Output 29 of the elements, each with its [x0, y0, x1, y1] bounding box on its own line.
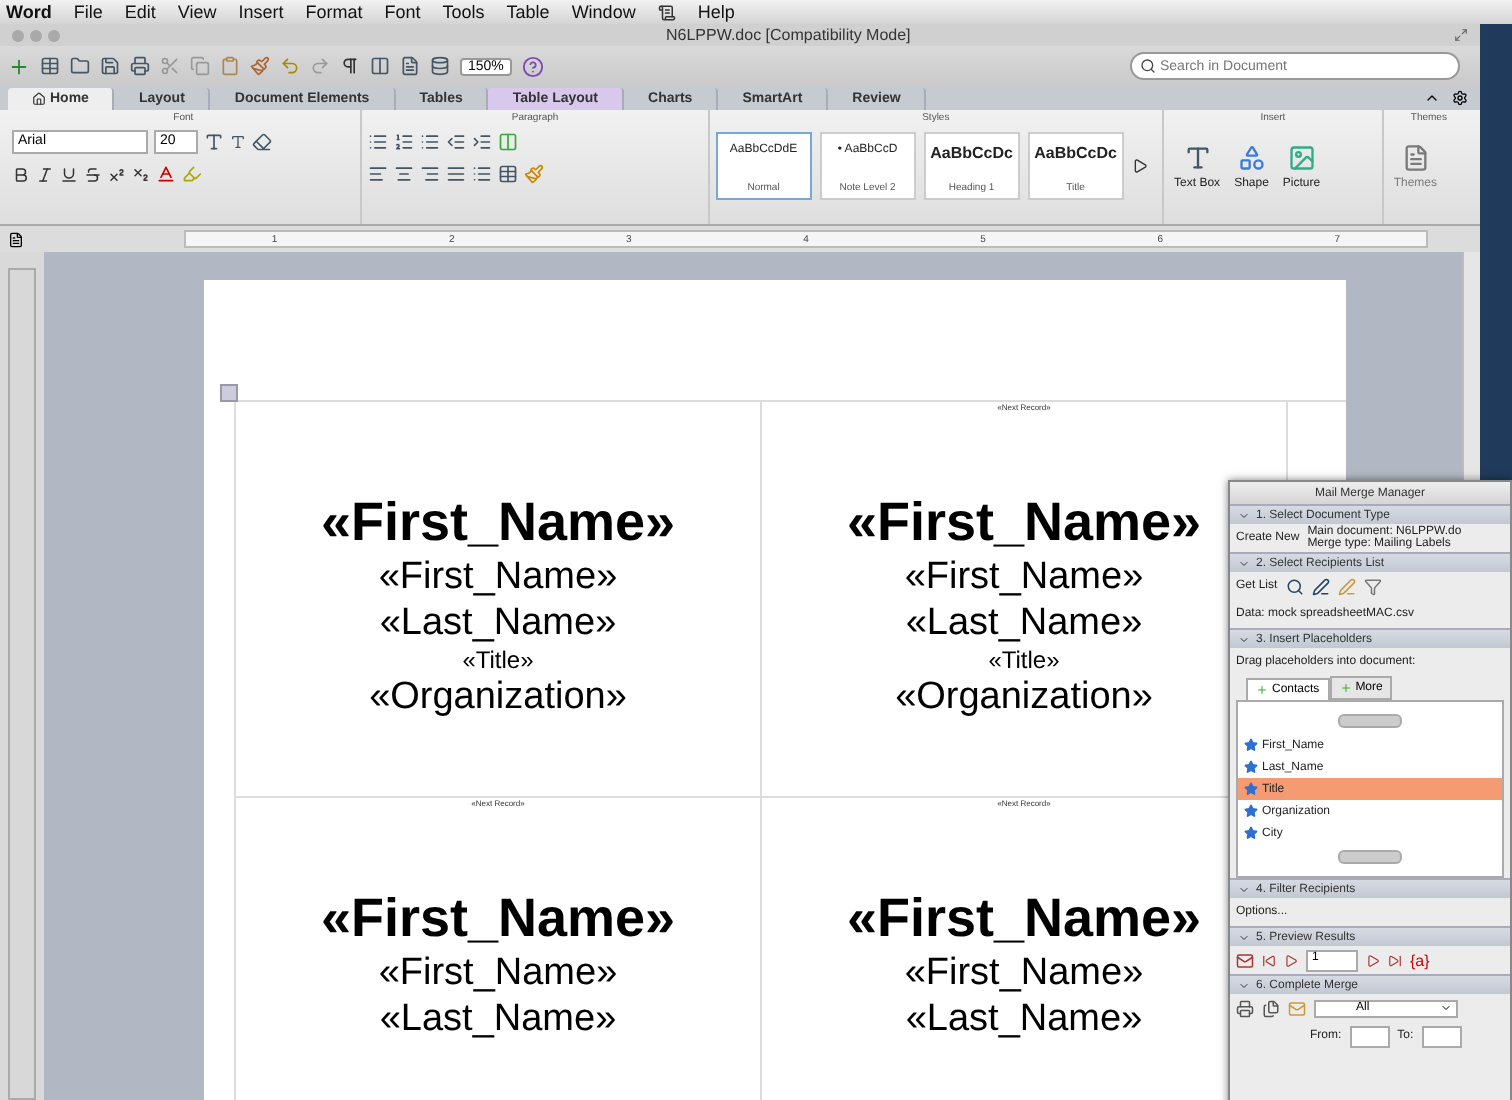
merge-field: «First_Name» — [904, 554, 1144, 600]
merge-field: «First_Name» — [320, 490, 676, 554]
merge-field: «Title» — [988, 646, 1060, 674]
merge-field: «First_Name» — [846, 490, 1202, 554]
merge-field: «Last_Name» — [379, 600, 617, 646]
merge-field: «Last_Name» — [905, 600, 1143, 646]
menu-item[interactable]: File — [73, 2, 103, 22]
merge-field: «Title» — [462, 646, 534, 674]
menu-item[interactable]: Help — [697, 2, 735, 22]
menu-item[interactable]: View — [177, 2, 217, 22]
merge-field: «Organization» — [895, 674, 1153, 720]
menu-item[interactable]: Font — [384, 2, 421, 22]
merge-field: «First_Name» — [320, 886, 676, 950]
menu-item[interactable]: Table — [506, 2, 550, 22]
menu-item[interactable]: Window — [571, 2, 636, 22]
app-menu[interactable]: Word — [6, 2, 52, 22]
menu-item[interactable]: Tools — [442, 2, 485, 22]
merge-field: «Last_Name» — [379, 996, 617, 1042]
merge-field: «Last_Name» — [905, 996, 1143, 1042]
merge-field: «First_Name» — [378, 950, 618, 996]
menu-item[interactable]: Edit — [124, 2, 156, 22]
menu-item[interactable]: Format — [305, 2, 363, 22]
merge-field: «First_Name» — [846, 886, 1202, 950]
merge-field: «Organization» — [369, 674, 627, 720]
window-title: N6LPPW.doc [Compatibility Mode] — [666, 26, 911, 44]
merge-field: «First_Name» — [904, 950, 1144, 996]
menu-item[interactable]: Insert — [238, 2, 284, 22]
merge-field: «First_Name» — [378, 554, 618, 600]
field-codes-button[interactable]: {a} — [1410, 951, 1430, 969]
